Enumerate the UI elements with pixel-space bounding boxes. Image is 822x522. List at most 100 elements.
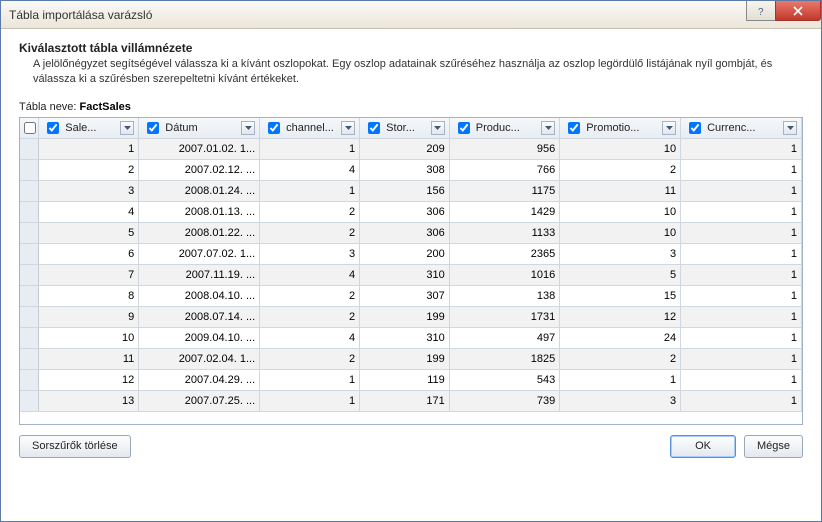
cell-promotion[interactable]: 10 [560, 223, 681, 244]
cell-promotion[interactable]: 10 [560, 202, 681, 223]
cell-sale[interactable]: 5 [39, 223, 139, 244]
table-row[interactable]: 92008.07.14. ...21991731121 [20, 307, 802, 328]
table-row[interactable]: 22007.02.12. ...430876621 [20, 160, 802, 181]
column-header-promotion[interactable]: Promotio... [560, 118, 681, 139]
row-header[interactable] [20, 139, 39, 160]
cell-sale[interactable]: 4 [39, 202, 139, 223]
cell-date[interactable]: 2007.11.19. ... [139, 265, 260, 286]
cell-date[interactable]: 2008.01.22. ... [139, 223, 260, 244]
clear-row-filters-button[interactable]: Sorszűrők törlése [19, 435, 131, 458]
row-header[interactable] [20, 391, 39, 412]
filter-dropdown-icon[interactable] [241, 121, 255, 135]
row-header[interactable] [20, 181, 39, 202]
row-header[interactable] [20, 349, 39, 370]
cell-product[interactable]: 1175 [449, 181, 559, 202]
cell-date[interactable]: 2007.07.25. ... [139, 391, 260, 412]
column-checkbox[interactable] [268, 122, 280, 134]
row-header[interactable] [20, 244, 39, 265]
cell-promotion[interactable]: 2 [560, 160, 681, 181]
cell-promotion[interactable]: 1 [560, 370, 681, 391]
cell-currency[interactable]: 1 [681, 307, 802, 328]
cell-product[interactable]: 739 [449, 391, 559, 412]
row-header[interactable] [20, 328, 39, 349]
cell-product[interactable]: 1133 [449, 223, 559, 244]
cell-currency[interactable]: 1 [681, 181, 802, 202]
cell-promotion[interactable]: 10 [560, 139, 681, 160]
cell-date[interactable]: 2007.02.12. ... [139, 160, 260, 181]
filter-dropdown-icon[interactable] [541, 121, 555, 135]
cell-sale[interactable]: 10 [39, 328, 139, 349]
cell-store[interactable]: 307 [360, 286, 450, 307]
cell-sale[interactable]: 7 [39, 265, 139, 286]
cell-currency[interactable]: 1 [681, 160, 802, 181]
ok-button[interactable]: OK [670, 435, 736, 458]
cancel-button[interactable]: Mégse [744, 435, 803, 458]
cell-store[interactable]: 171 [360, 391, 450, 412]
cell-currency[interactable]: 1 [681, 139, 802, 160]
column-header-channel[interactable]: channel... [260, 118, 360, 139]
cell-date[interactable]: 2008.01.24. ... [139, 181, 260, 202]
cell-store[interactable]: 119 [360, 370, 450, 391]
cell-promotion[interactable]: 15 [560, 286, 681, 307]
table-row[interactable]: 72007.11.19. ...4310101651 [20, 265, 802, 286]
column-header-currency[interactable]: Currenc... [681, 118, 802, 139]
column-header-date[interactable]: Dátum [139, 118, 260, 139]
cell-channel[interactable]: 2 [260, 202, 360, 223]
cell-sale[interactable]: 3 [39, 181, 139, 202]
cell-sale[interactable]: 11 [39, 349, 139, 370]
column-checkbox[interactable] [689, 122, 701, 134]
cell-channel[interactable]: 1 [260, 181, 360, 202]
cell-sale[interactable]: 8 [39, 286, 139, 307]
cell-promotion[interactable]: 5 [560, 265, 681, 286]
cell-date[interactable]: 2007.04.29. ... [139, 370, 260, 391]
cell-store[interactable]: 156 [360, 181, 450, 202]
table-row[interactable]: 112007.02.04. 1...2199182521 [20, 349, 802, 370]
data-grid[interactable]: Sale... Dátum [19, 117, 803, 425]
cell-store[interactable]: 308 [360, 160, 450, 181]
cell-date[interactable]: 2008.07.14. ... [139, 307, 260, 328]
cell-product[interactable]: 497 [449, 328, 559, 349]
cell-store[interactable]: 306 [360, 223, 450, 244]
cell-currency[interactable]: 1 [681, 286, 802, 307]
cell-store[interactable]: 209 [360, 139, 450, 160]
cell-currency[interactable]: 1 [681, 244, 802, 265]
filter-dropdown-icon[interactable] [341, 121, 355, 135]
cell-sale[interactable]: 12 [39, 370, 139, 391]
table-row[interactable]: 52008.01.22. ...23061133101 [20, 223, 802, 244]
cell-store[interactable]: 199 [360, 349, 450, 370]
cell-channel[interactable]: 1 [260, 391, 360, 412]
cell-store[interactable]: 200 [360, 244, 450, 265]
cell-sale[interactable]: 2 [39, 160, 139, 181]
column-checkbox[interactable] [458, 122, 470, 134]
table-row[interactable]: 82008.04.10. ...2307138151 [20, 286, 802, 307]
cell-channel[interactable]: 4 [260, 160, 360, 181]
cell-promotion[interactable]: 24 [560, 328, 681, 349]
cell-channel[interactable]: 2 [260, 286, 360, 307]
cell-channel[interactable]: 2 [260, 223, 360, 244]
filter-dropdown-icon[interactable] [662, 121, 676, 135]
cell-promotion[interactable]: 12 [560, 307, 681, 328]
cell-product[interactable]: 138 [449, 286, 559, 307]
cell-promotion[interactable]: 3 [560, 391, 681, 412]
cell-promotion[interactable]: 2 [560, 349, 681, 370]
table-row[interactable]: 62007.07.02. 1...3200236531 [20, 244, 802, 265]
cell-channel[interactable]: 4 [260, 328, 360, 349]
cell-channel[interactable]: 4 [260, 265, 360, 286]
row-header[interactable] [20, 223, 39, 244]
cell-currency[interactable]: 1 [681, 202, 802, 223]
cell-date[interactable]: 2009.04.10. ... [139, 328, 260, 349]
cell-sale[interactable]: 9 [39, 307, 139, 328]
cell-date[interactable]: 2008.04.10. ... [139, 286, 260, 307]
select-all-checkbox[interactable] [24, 122, 36, 134]
column-checkbox[interactable] [147, 122, 159, 134]
help-button[interactable]: ? [746, 1, 776, 21]
cell-promotion[interactable]: 11 [560, 181, 681, 202]
cell-channel[interactable]: 1 [260, 139, 360, 160]
cell-currency[interactable]: 1 [681, 328, 802, 349]
cell-sale[interactable]: 13 [39, 391, 139, 412]
row-header[interactable] [20, 160, 39, 181]
cell-currency[interactable]: 1 [681, 349, 802, 370]
cell-product[interactable]: 2365 [449, 244, 559, 265]
cell-date[interactable]: 2007.07.02. 1... [139, 244, 260, 265]
row-header[interactable] [20, 286, 39, 307]
